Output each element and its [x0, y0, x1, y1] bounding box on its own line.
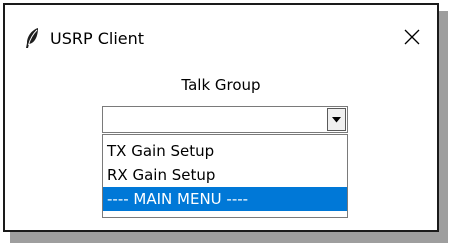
dropdown-option-rx-gain-setup[interactable]: RX Gain Setup: [103, 163, 347, 187]
dialog-window: USRP Client Talk Group TX Gain Setup RX …: [3, 3, 439, 232]
talk-group-dropdown-list: TX Gain Setup RX Gain Setup ---- MAIN ME…: [102, 134, 348, 218]
feather-icon: [24, 27, 40, 49]
window-title: USRP Client: [50, 29, 145, 48]
dropdown-arrow-button[interactable]: [327, 108, 346, 131]
close-button[interactable]: [399, 23, 425, 51]
dropdown-option-tx-gain-setup[interactable]: TX Gain Setup: [103, 139, 347, 163]
title-bar: USRP Client: [5, 5, 437, 67]
dropdown-option-main-menu[interactable]: ---- MAIN MENU ----: [103, 187, 347, 211]
talk-group-combobox[interactable]: [102, 106, 348, 133]
client-area: Talk Group TX Gain Setup RX Gain Setup -…: [5, 67, 437, 230]
close-icon: [404, 29, 420, 45]
talk-group-label: Talk Group: [181, 76, 261, 94]
chevron-down-icon: [332, 116, 341, 122]
